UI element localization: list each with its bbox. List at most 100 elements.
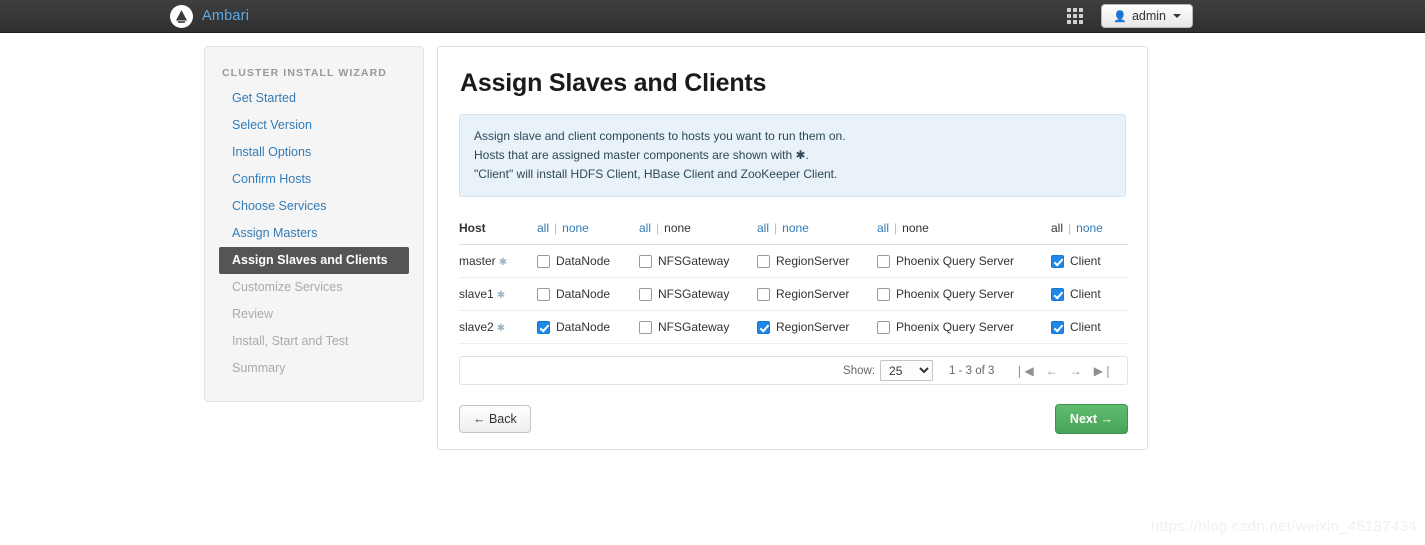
- component-label: Client: [1070, 254, 1101, 268]
- select-all-link[interactable]: all: [639, 221, 651, 235]
- sidebar-item-choose-services[interactable]: Choose Services: [205, 193, 423, 220]
- wizard-sidebar: CLUSTER INSTALL WIZARD Get Started Select…: [204, 46, 424, 402]
- component-label: DataNode: [556, 254, 611, 268]
- next-button[interactable]: Next →: [1054, 404, 1128, 434]
- select-none-link[interactable]: none: [782, 221, 809, 235]
- select-all-link[interactable]: all: [757, 221, 769, 235]
- component-cell: DataNode: [537, 277, 639, 311]
- select-none-link[interactable]: none: [562, 221, 589, 235]
- column-header-nfsgateway: all | none: [639, 215, 757, 245]
- app-grid-icon[interactable]: [1067, 8, 1084, 24]
- checkbox-input[interactable]: [877, 254, 890, 268]
- table-row: slave1 ✱ DataNode NFSGateway RegionServer Pho…: [459, 277, 1128, 311]
- sidebar-item-customize-services: Customize Services: [232, 280, 343, 294]
- checkbox-datanode[interactable]: DataNode: [537, 254, 639, 268]
- component-label: DataNode: [556, 320, 611, 334]
- select-all-link[interactable]: all: [877, 221, 889, 235]
- checkbox-regionserver[interactable]: RegionServer: [757, 254, 877, 268]
- sidebar-item-assign-masters[interactable]: Assign Masters: [205, 220, 423, 247]
- admin-menu-button[interactable]: 👤 admin: [1101, 4, 1193, 28]
- checkbox-client[interactable]: Client: [1051, 287, 1128, 301]
- component-label: NFSGateway: [658, 254, 730, 268]
- checkbox-input[interactable]: [877, 287, 890, 301]
- page-size-select[interactable]: 102550100: [880, 360, 934, 381]
- component-cell: NFSGateway: [639, 310, 757, 344]
- sidebar-item-assign-slaves-and-clients[interactable]: Assign Slaves and Clients: [219, 247, 409, 274]
- checkbox-input[interactable]: [757, 287, 770, 301]
- brand-title: Ambari: [202, 8, 250, 24]
- checkbox-nfsgateway[interactable]: NFSGateway: [639, 320, 757, 334]
- component-label: DataNode: [556, 287, 611, 301]
- component-cell: DataNode: [537, 310, 639, 344]
- first-page-button[interactable]: ❘◀: [1014, 365, 1033, 377]
- column-header-datanode: all | none: [537, 215, 639, 245]
- component-cell: Client: [1051, 310, 1128, 344]
- component-label: NFSGateway: [658, 320, 730, 334]
- component-label: RegionServer: [776, 320, 850, 334]
- select-none-link[interactable]: none: [1076, 221, 1103, 235]
- select-all-link: all: [1051, 221, 1064, 235]
- checkbox-phoenix-query-server[interactable]: Phoenix Query Server: [877, 287, 1051, 301]
- link-separator: |: [656, 221, 660, 235]
- checkbox-input[interactable]: [639, 287, 652, 301]
- host-name: slave1: [459, 287, 494, 301]
- checkbox-regionserver[interactable]: RegionServer: [757, 320, 877, 334]
- sidebar-item-select-version[interactable]: Select Version: [205, 112, 423, 139]
- checkbox-phoenix-query-server[interactable]: Phoenix Query Server: [877, 254, 1051, 268]
- select-all-link[interactable]: all: [537, 221, 549, 235]
- sidebar-item-install-options[interactable]: Install Options: [205, 139, 423, 166]
- table-body: master ✱ DataNode NFSGateway RegionServer Pho…: [459, 244, 1128, 344]
- component-cell: Client: [1051, 244, 1128, 278]
- link-separator: |: [774, 221, 778, 235]
- sidebar-item-confirm-hosts[interactable]: Confirm Hosts: [205, 166, 423, 193]
- table-row: slave2 ✱ DataNode NFSGateway RegionServer Pho…: [459, 310, 1128, 344]
- checkbox-datanode[interactable]: DataNode: [537, 287, 639, 301]
- checkbox-phoenix-query-server[interactable]: Phoenix Query Server: [877, 320, 1051, 334]
- checkbox-input[interactable]: [757, 320, 770, 334]
- checkbox-input[interactable]: [1051, 320, 1064, 334]
- assign-slaves-table: Host all | none all | none all | none all | none all |…: [459, 215, 1128, 344]
- column-header-phoenix-query-server: all | none: [877, 215, 1051, 245]
- checkbox-input[interactable]: [1051, 287, 1064, 301]
- admin-label: admin: [1131, 9, 1166, 23]
- column-header-client: all | none: [1051, 215, 1128, 245]
- navbar-right: 👤 admin: [1067, 4, 1193, 28]
- host-name: slave2: [459, 320, 494, 334]
- component-cell: NFSGateway: [639, 277, 757, 311]
- last-page-button[interactable]: ▶❘: [1094, 365, 1113, 377]
- checkbox-input[interactable]: [537, 287, 550, 301]
- host-cell: master ✱: [459, 244, 537, 278]
- checkbox-client[interactable]: Client: [1051, 320, 1128, 334]
- select-none-link: none: [664, 221, 691, 235]
- brand[interactable]: Ambari: [170, 4, 250, 28]
- checkbox-nfsgateway[interactable]: NFSGateway: [639, 287, 757, 301]
- master-marker-icon: ✱: [496, 323, 506, 334]
- column-header-regionserver: all | none: [757, 215, 877, 245]
- back-button[interactable]: ← Back: [459, 405, 531, 433]
- checkbox-regionserver[interactable]: RegionServer: [757, 287, 877, 301]
- checkbox-input[interactable]: [537, 254, 550, 268]
- checkbox-input[interactable]: [877, 320, 890, 334]
- checkbox-input[interactable]: [639, 320, 652, 334]
- checkbox-nfsgateway[interactable]: NFSGateway: [639, 254, 757, 268]
- next-page-button[interactable]: →: [1070, 365, 1082, 377]
- checkbox-input[interactable]: [639, 254, 652, 268]
- checkbox-datanode[interactable]: DataNode: [537, 320, 639, 334]
- info-box: Assign slave and client components to ho…: [459, 114, 1126, 197]
- sidebar-item-get-started[interactable]: Get Started: [205, 85, 423, 112]
- column-header-host: Host: [459, 215, 537, 245]
- sidebar-item-summary: Summary: [232, 361, 286, 375]
- sidebar-item-review: Review: [232, 307, 273, 321]
- component-cell: RegionServer: [757, 244, 877, 278]
- pagination-bar: Show: 102550100 1 - 3 of 3 ❘◀ ← → ▶❘: [459, 356, 1128, 385]
- user-icon: 👤: [1113, 10, 1127, 23]
- master-marker-icon: ✱: [496, 290, 506, 301]
- checkbox-client[interactable]: Client: [1051, 254, 1128, 268]
- checkbox-input[interactable]: [537, 320, 550, 334]
- prev-page-button[interactable]: ←: [1046, 365, 1058, 377]
- ambari-logo-icon: [170, 4, 193, 28]
- checkbox-input[interactable]: [757, 254, 770, 268]
- component-cell: NFSGateway: [639, 244, 757, 278]
- component-label: Client: [1070, 320, 1101, 334]
- checkbox-input[interactable]: [1051, 254, 1064, 268]
